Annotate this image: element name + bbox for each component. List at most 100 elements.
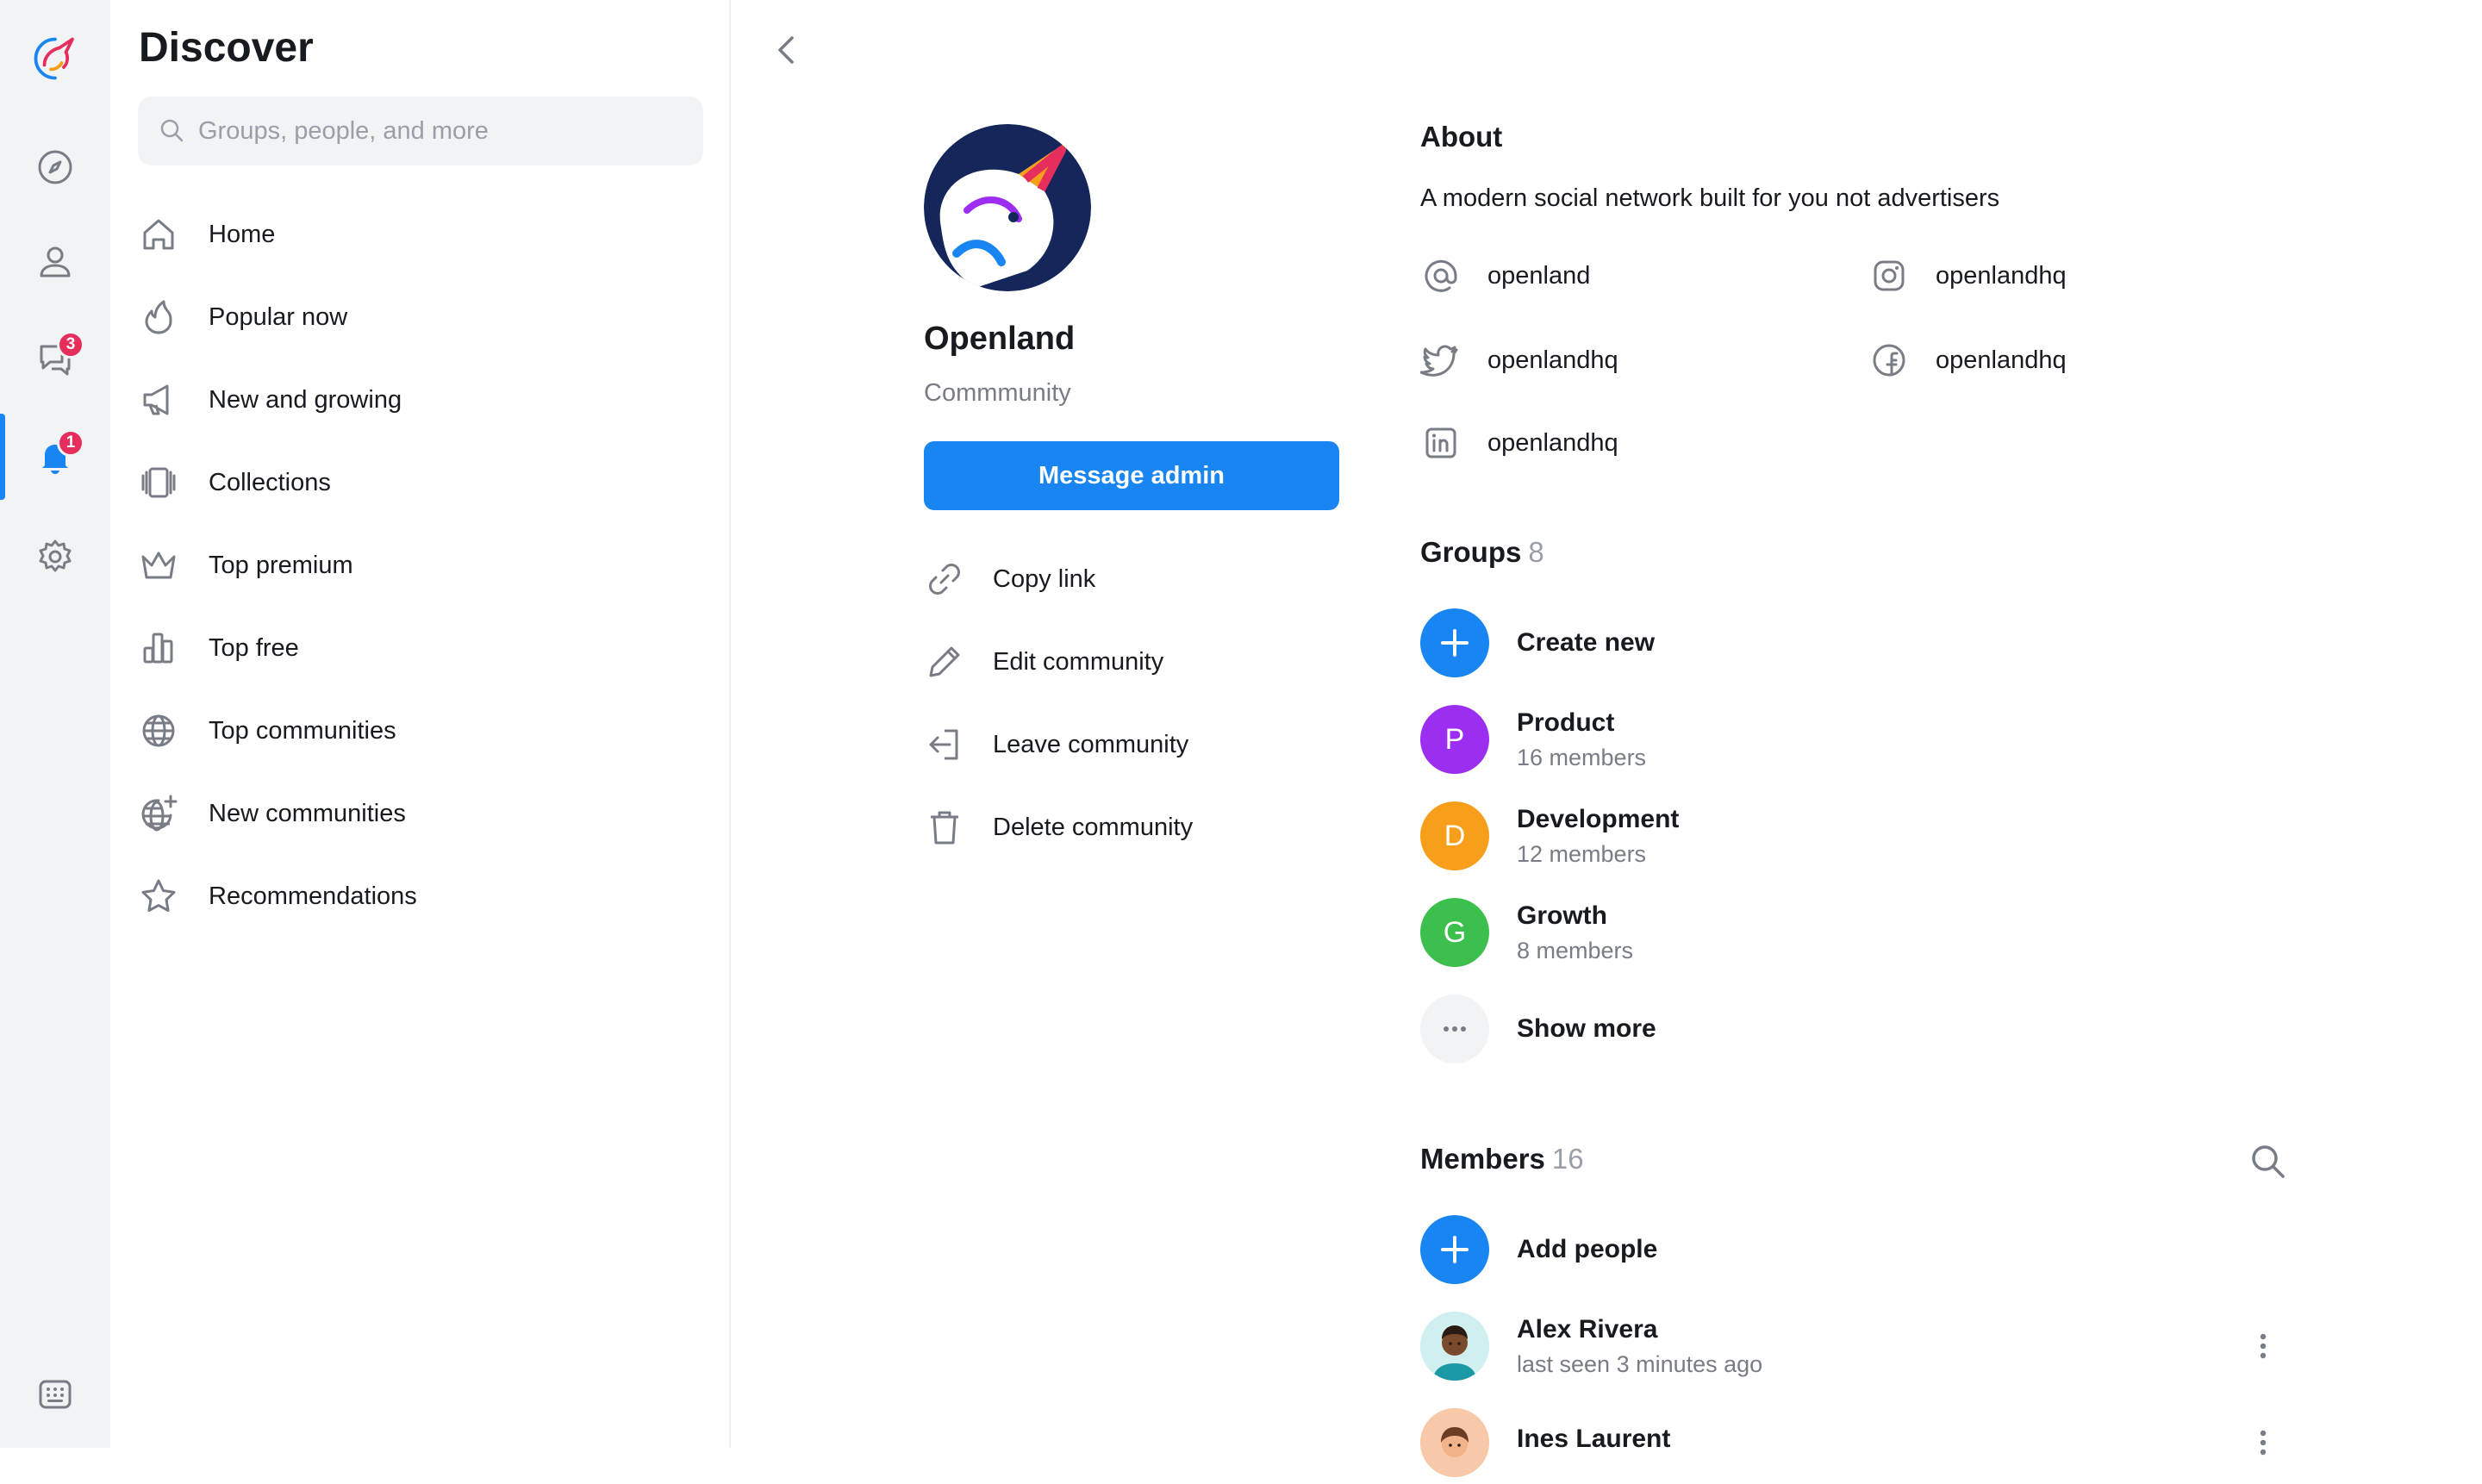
nav-item-recommendations[interactable]: Recommendations xyxy=(138,855,703,938)
rail-profile[interactable] xyxy=(0,217,110,307)
group-row-development[interactable]: D Development 12 members xyxy=(1420,795,2291,877)
social-link-instagram[interactable]: openlandhq xyxy=(1868,248,2067,303)
add-people-label: Add people xyxy=(1517,1235,1658,1263)
globe-sparkle-icon xyxy=(141,795,178,832)
crown-icon xyxy=(141,552,176,579)
group-row-product[interactable]: P Product 16 members xyxy=(1420,698,2291,781)
plus-icon xyxy=(1441,629,1469,657)
about-title: About xyxy=(1420,121,1503,153)
nav-item-top-free[interactable]: Top free xyxy=(138,607,703,689)
groups-count: 8 xyxy=(1528,536,1544,568)
member-name: Ines Laurent xyxy=(1517,1425,1671,1453)
search-icon xyxy=(2252,1145,2285,1178)
back-button[interactable] xyxy=(760,22,815,78)
chevron-left-icon xyxy=(778,36,794,64)
members-label: Members xyxy=(1420,1143,1545,1175)
member-menu-button[interactable] xyxy=(2236,1319,2291,1374)
group-members: 12 members xyxy=(1517,840,1647,867)
social-handle: openland xyxy=(1487,261,1591,290)
nav-label: Top premium xyxy=(209,551,353,579)
groups-label: Groups xyxy=(1420,536,1522,568)
social-handle: openlandhq xyxy=(1936,346,2067,374)
nav-item-new-communities[interactable]: New communities xyxy=(138,772,703,855)
member-status: last seen 3 minutes ago xyxy=(1517,1350,1763,1377)
edit-community-action[interactable]: Edit community xyxy=(924,634,1339,689)
group-name: Growth xyxy=(1517,901,1607,930)
community-type: Commmunity xyxy=(924,379,1071,407)
member-menu-button[interactable] xyxy=(2236,1415,2291,1470)
unicorn-avatar-icon xyxy=(924,124,1091,291)
home-icon xyxy=(143,219,174,250)
gear-icon xyxy=(39,539,72,572)
create-group-label: Create new xyxy=(1517,628,1656,657)
megaphone-icon xyxy=(143,384,169,415)
show-more-label: Show more xyxy=(1517,1014,1656,1043)
social-handle: openlandhq xyxy=(1936,261,2067,290)
search-input[interactable] xyxy=(198,116,681,146)
show-more-groups-row[interactable]: Show more xyxy=(1420,988,2291,1070)
member-row[interactable]: Alex Rivera last seen 3 minutes ago xyxy=(1420,1305,2291,1387)
person-icon xyxy=(40,246,71,277)
group-name: Development xyxy=(1517,804,1680,833)
rail-shortcuts[interactable] xyxy=(0,1350,110,1439)
action-label: Edit community xyxy=(993,647,1164,676)
avatar xyxy=(1420,1312,1489,1381)
rail-chats[interactable] xyxy=(0,314,110,403)
action-label: Copy link xyxy=(993,564,1096,593)
social-handle: openlandhq xyxy=(1487,428,1618,457)
linkedin-icon xyxy=(1425,427,1456,458)
community-name: Openland xyxy=(924,321,1076,357)
plus-circle xyxy=(1420,1215,1489,1284)
nav-item-top-communities[interactable]: Top communities xyxy=(138,689,703,772)
nav-label: Collections xyxy=(209,468,331,496)
social-link-linkedin[interactable]: openlandhq xyxy=(1420,415,1618,471)
group-name: Product xyxy=(1517,708,1615,737)
member-row[interactable]: Ines Laurent xyxy=(1420,1401,2291,1484)
openland-logo[interactable] xyxy=(0,14,110,103)
discover-title: Discover xyxy=(139,25,314,71)
nav-item-home[interactable]: Home xyxy=(138,193,703,276)
link-icon xyxy=(929,564,960,595)
keyboard-icon xyxy=(39,1380,72,1409)
notifications-badge: 1 xyxy=(57,429,84,457)
members-count: 16 xyxy=(1551,1143,1584,1175)
about-description: A modern social network built for you no… xyxy=(1420,184,2000,212)
rail-settings[interactable] xyxy=(0,512,110,602)
flame-icon xyxy=(145,300,172,334)
copy-link-action[interactable]: Copy link xyxy=(924,552,1339,607)
search-icon xyxy=(160,119,184,142)
search-box[interactable] xyxy=(138,97,703,165)
person-avatar-icon xyxy=(1420,1312,1489,1381)
leave-icon xyxy=(929,729,958,760)
nav-label: New and growing xyxy=(209,385,402,414)
collections-icon xyxy=(141,467,176,498)
discover-panel: Discover Home Popular now New and growin… xyxy=(110,0,731,1448)
more-vertical-icon xyxy=(2260,1430,2267,1456)
social-link-facebook[interactable]: openlandhq xyxy=(1868,333,2067,388)
group-row-growth[interactable]: G Growth 8 members xyxy=(1420,891,2291,974)
add-people-row[interactable]: Add people xyxy=(1420,1208,2291,1291)
members-search-button[interactable] xyxy=(2241,1134,2296,1189)
social-link-twitter[interactable]: openlandhq xyxy=(1420,333,1618,388)
plus-circle xyxy=(1420,608,1489,677)
create-group-row[interactable]: Create new xyxy=(1420,602,2291,684)
rail-notifications[interactable] xyxy=(0,412,110,502)
leave-community-action[interactable]: Leave community xyxy=(924,717,1339,772)
delete-community-action[interactable]: Delete community xyxy=(924,800,1339,855)
group-avatar: P xyxy=(1420,705,1489,774)
nav-item-popular-now[interactable]: Popular now xyxy=(138,276,703,359)
nav-item-new-and-growing[interactable]: New and growing xyxy=(138,359,703,441)
nav-label: Top communities xyxy=(209,716,396,745)
rail-discover[interactable] xyxy=(0,122,110,212)
nav-item-collections[interactable]: Collections xyxy=(138,441,703,524)
social-link-at[interactable]: openland xyxy=(1420,248,1590,303)
group-members: 8 members xyxy=(1517,937,1634,963)
nav-label: New communities xyxy=(209,799,406,827)
message-admin-button[interactable]: Message admin xyxy=(924,441,1339,510)
bar-chart-icon xyxy=(143,633,173,664)
community-avatar xyxy=(924,124,1091,291)
plus-icon xyxy=(1441,1236,1469,1263)
star-icon xyxy=(141,879,176,912)
nav-item-top-premium[interactable]: Top premium xyxy=(138,524,703,607)
avatar xyxy=(1420,1408,1489,1477)
